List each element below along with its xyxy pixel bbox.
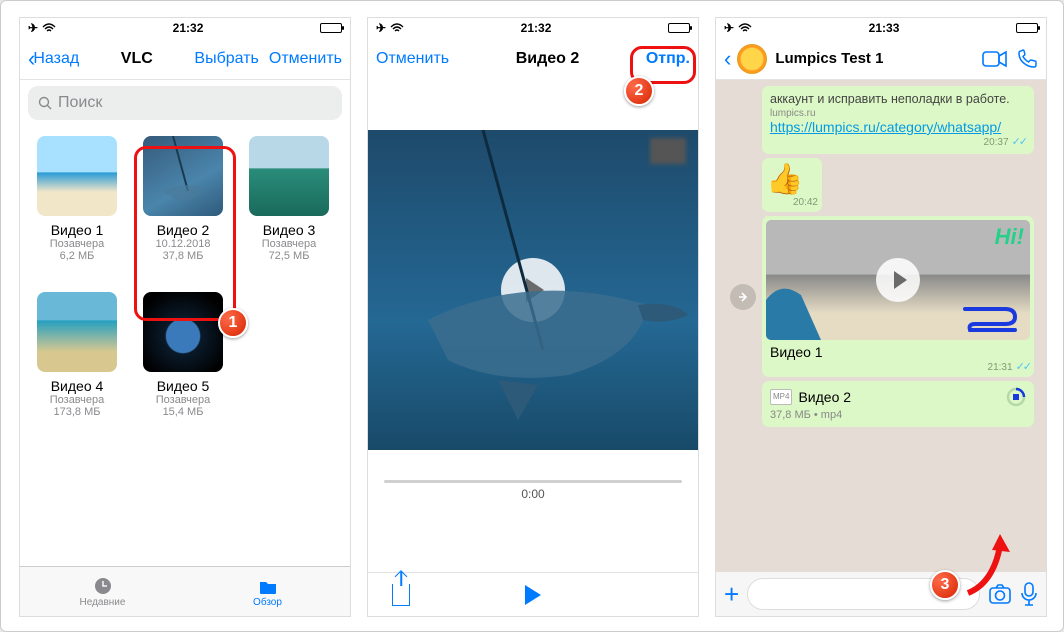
- file-name: Видео 4: [24, 378, 130, 394]
- file-tile[interactable]: Видео 3 Позавчера 72,5 МБ: [236, 136, 342, 262]
- nav-bar: Отменить Видео 2 Отпр.: [368, 38, 698, 80]
- search-placeholder: Поиск: [58, 94, 102, 112]
- link[interactable]: https://lumpics.ru/category/whatsapp/: [770, 119, 1026, 135]
- scribble-icon: [960, 304, 1020, 334]
- message-video[interactable]: Hi! Видео 1 21:31✓✓: [762, 216, 1034, 377]
- folder-icon: [257, 575, 279, 597]
- contact-name[interactable]: Lumpics Test 1: [775, 50, 974, 67]
- step-badge: 2: [624, 76, 654, 106]
- phone-files: ✈︎ 21:32 ‹ Назад VLC Выбрать Отменить По…: [19, 17, 351, 617]
- file-date: Позавчера: [236, 238, 342, 250]
- file-tile[interactable]: Видео 1 Позавчера 6,2 МБ: [24, 136, 130, 262]
- video-caption: Видео 1: [766, 340, 1030, 360]
- file-name: Видео 3: [236, 222, 342, 238]
- file-date: Позавчера: [24, 238, 130, 250]
- status-bar: ✈︎ 21:32: [368, 18, 698, 38]
- airplane-icon: ✈︎: [28, 21, 38, 35]
- videocall-icon[interactable]: [982, 50, 1008, 68]
- video-annotation-text: Hi!: [995, 224, 1024, 250]
- file-date: Позавчера: [130, 394, 236, 406]
- bottom-toolbar: [368, 572, 698, 616]
- thumbs-up-icon: 👍: [766, 162, 818, 197]
- chat-area[interactable]: аккаунт и исправить неполадки в работе. …: [716, 80, 1046, 572]
- search-icon: [38, 96, 52, 110]
- file-date: Позавчера: [24, 394, 130, 406]
- shark-image: [368, 130, 700, 450]
- tab-recent[interactable]: Недавние: [20, 567, 185, 616]
- message-sticker[interactable]: 👍 20:42: [762, 158, 822, 212]
- mp4-badge-icon: MP4: [770, 389, 792, 405]
- cancel-button[interactable]: Отменить: [269, 50, 342, 68]
- send-button[interactable]: Отпр.: [646, 50, 690, 68]
- step-badge: 3: [930, 570, 960, 600]
- read-ticks-icon: ✓✓: [1016, 361, 1030, 373]
- scrubber[interactable]: 0:00: [384, 480, 682, 501]
- nav-bar: ‹ Назад VLC Выбрать Отменить: [20, 38, 350, 80]
- file-tile[interactable]: Видео 2 10.12.2018 37,8 МБ: [130, 136, 236, 262]
- file-size: 37,8 МБ: [130, 250, 236, 262]
- clock-icon: [92, 575, 114, 597]
- phone-preview: ✈︎ 21:32 Отменить Видео 2 Отпр. 0:00: [367, 17, 699, 617]
- file-name: Видео 2: [798, 389, 851, 405]
- cancel-button[interactable]: Отменить: [376, 50, 449, 68]
- battery-icon: [1016, 23, 1038, 33]
- search-input[interactable]: Поиск: [28, 86, 342, 120]
- file-name: Видео 1: [24, 222, 130, 238]
- play-icon[interactable]: [525, 585, 541, 605]
- airplane-icon: ✈︎: [376, 21, 386, 35]
- nav-title: VLC: [121, 50, 153, 68]
- tab-bar: Недавние Обзор: [20, 566, 350, 616]
- chat-header: ‹ Lumpics Test 1: [716, 38, 1046, 80]
- wifi-icon: [42, 23, 56, 33]
- play-icon[interactable]: [876, 258, 920, 302]
- status-bar: ✈︎ 21:32: [20, 18, 350, 38]
- message-link[interactable]: аккаунт и исправить неполадки в работе. …: [762, 86, 1034, 154]
- camera-icon[interactable]: [988, 583, 1012, 605]
- video-preview[interactable]: [368, 130, 698, 450]
- status-bar: ✈︎ 21:33: [716, 18, 1046, 38]
- phone-whatsapp: ✈︎ 21:33 ‹ Lumpics Test 1 аккаунт и испр…: [715, 17, 1047, 617]
- file-name: Видео 2: [130, 222, 236, 238]
- tab-browse[interactable]: Обзор: [185, 567, 350, 616]
- clock: 21:32: [173, 21, 204, 35]
- chevron-left-icon[interactable]: ‹: [724, 46, 731, 72]
- nav-title: Видео 2: [516, 50, 580, 68]
- file-grid: Видео 1 Позавчера 6,2 МБ Видео 2 10.12.2…: [20, 126, 350, 458]
- file-tile[interactable]: Видео 4 Позавчера 173,8 МБ: [24, 292, 130, 418]
- battery-icon: [668, 23, 690, 33]
- battery-icon: [320, 23, 342, 33]
- avatar[interactable]: [737, 44, 767, 74]
- share-icon[interactable]: [392, 584, 410, 606]
- wifi-icon: [390, 23, 404, 33]
- upload-progress-icon[interactable]: [1006, 387, 1026, 407]
- step-badge: 1: [218, 308, 248, 338]
- clock: 21:32: [521, 21, 552, 35]
- read-ticks-icon: ✓✓: [1012, 136, 1026, 148]
- file-name: Видео 5: [130, 378, 236, 394]
- wifi-icon: [738, 23, 752, 33]
- scrub-time: 0:00: [384, 487, 682, 501]
- message-file-uploading[interactable]: MP4 Видео 2 37,8 МБ • mp4: [762, 381, 1034, 427]
- back-button[interactable]: Назад: [33, 50, 79, 68]
- file-size: 15,4 МБ: [130, 406, 236, 418]
- mic-icon[interactable]: [1020, 582, 1038, 606]
- file-size: 72,5 МБ: [236, 250, 342, 262]
- airplane-icon: ✈︎: [724, 21, 734, 35]
- file-size: 173,8 МБ: [24, 406, 130, 418]
- forward-icon[interactable]: [730, 284, 756, 310]
- file-date: 10.12.2018: [130, 238, 236, 250]
- file-tile[interactable]: Видео 5 Позавчера 15,4 МБ: [130, 292, 236, 418]
- input-bar: +: [716, 572, 1046, 616]
- call-icon[interactable]: [1016, 48, 1038, 70]
- file-meta: 37,8 МБ • mp4: [770, 409, 1026, 421]
- select-button[interactable]: Выбрать: [194, 50, 258, 68]
- clock: 21:33: [869, 21, 900, 35]
- plus-icon[interactable]: +: [724, 579, 739, 610]
- file-size: 6,2 МБ: [24, 250, 130, 262]
